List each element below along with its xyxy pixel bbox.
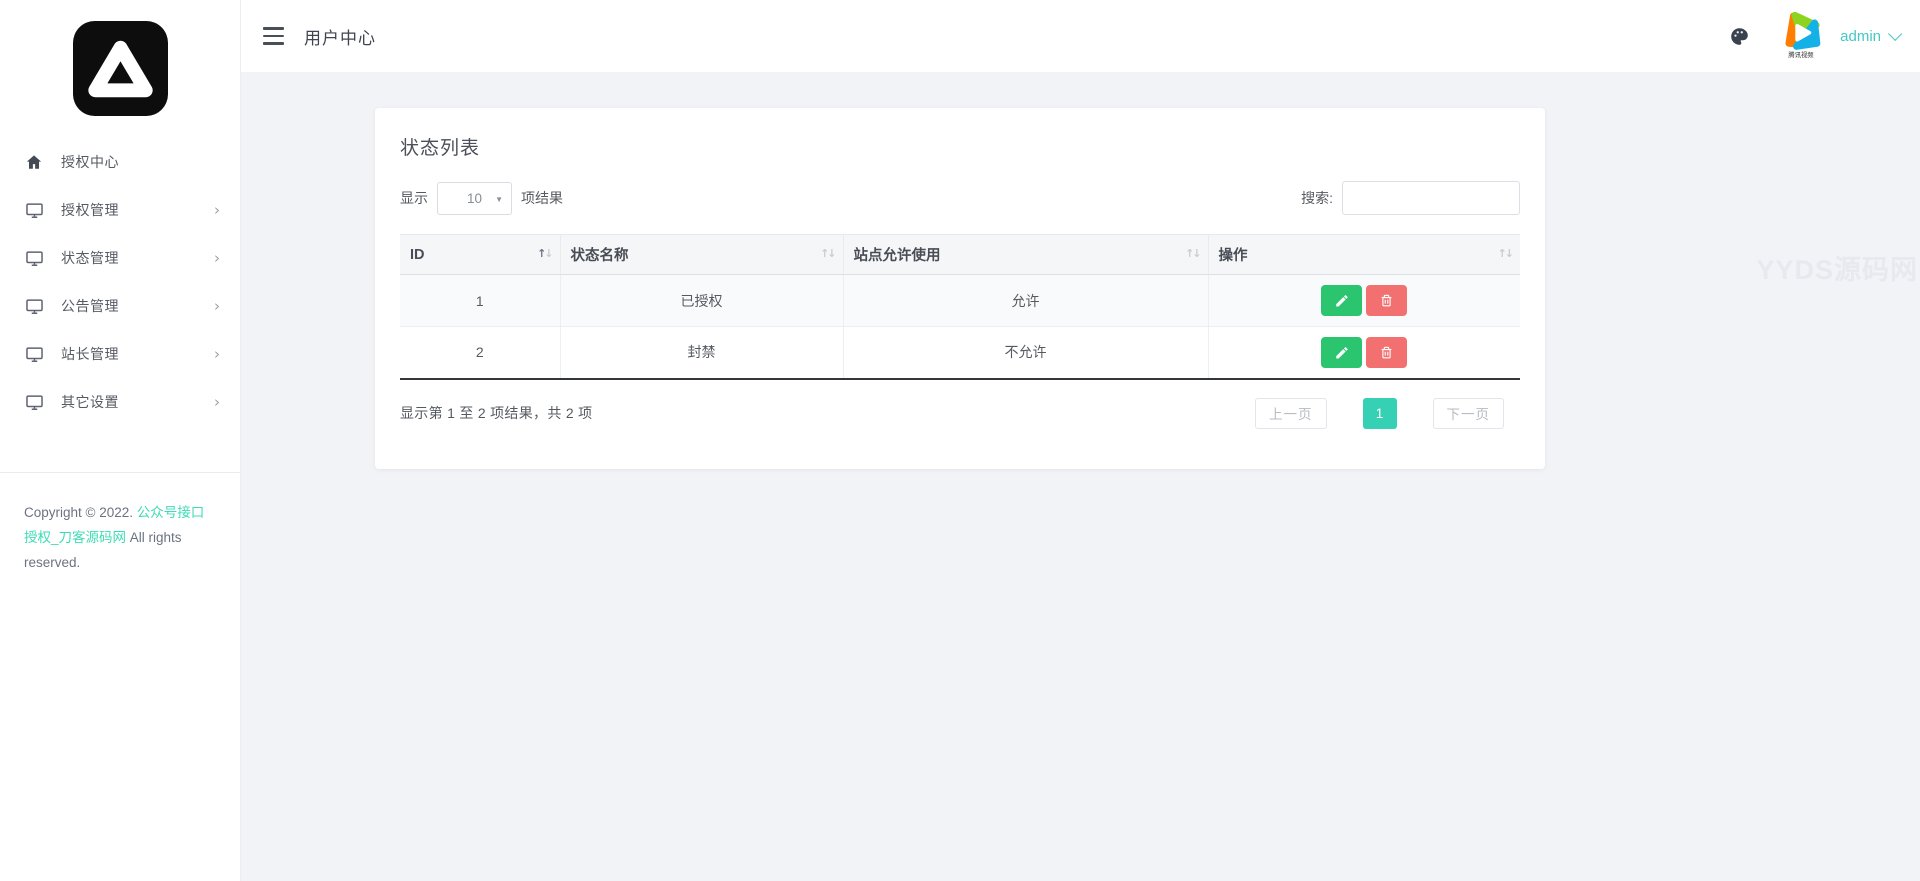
card-title: 状态列表: [400, 138, 481, 159]
sidebar-item-label: 授权管理: [61, 202, 119, 218]
table-info: 显示第 1 至 2 项结果，共 2 项: [400, 405, 593, 421]
avatar[interactable]: 腾讯视频: [1776, 10, 1826, 62]
cell-actions: [1207, 326, 1520, 379]
tencent-video-logo-icon: [1785, 11, 1821, 50]
sidebar-item-status-manage[interactable]: 状态管理 ›: [0, 234, 240, 282]
prev-page-button[interactable]: 上一页: [1255, 397, 1327, 429]
delete-button[interactable]: [1366, 336, 1408, 368]
theme-palette-button[interactable]: [1724, 21, 1754, 51]
username: admin: [1840, 27, 1881, 45]
column-header-actions[interactable]: 操作 ↑↓: [1207, 234, 1520, 275]
monitor-icon: [24, 296, 44, 316]
monitor-icon: [24, 200, 44, 220]
chevron-right-icon: ›: [214, 296, 220, 315]
chevron-right-icon: ›: [214, 344, 220, 363]
table-header-row: ID ↑↓ 状态名称 ↑↓ 站点允许使用 ↑↓ 操作 ↑↓: [400, 234, 1520, 275]
length-label-before: 显示: [400, 190, 428, 206]
user-dropdown[interactable]: admin: [1840, 26, 1903, 45]
drive-logo-icon: [72, 21, 168, 116]
avatar-caption: 腾讯视频: [1788, 52, 1814, 59]
chevron-down-icon: [1888, 26, 1903, 41]
cell-status-name: 封禁: [559, 326, 843, 379]
cell-site-allowed: 允许: [842, 274, 1208, 327]
select-caret-icon: ▼: [495, 194, 503, 204]
sidebar-item-label: 授权中心: [61, 154, 119, 170]
cell-status-name: 已授权: [559, 274, 843, 327]
search-control: 搜索:: [1301, 181, 1520, 215]
edit-button[interactable]: [1321, 285, 1363, 316]
column-label: 状态名称: [570, 248, 629, 264]
home-icon: [24, 152, 44, 172]
watermark: YYDS源码网: [1756, 255, 1918, 285]
column-header-status-name[interactable]: 状态名称 ↑↓: [559, 234, 843, 275]
sidebar-item-other-settings[interactable]: 其它设置 ›: [0, 378, 240, 426]
column-label: 操作: [1218, 248, 1248, 264]
pencil-icon: [1336, 295, 1348, 307]
status-list-card: 状态列表 显示 10 ▼ 项结果 搜索: ID ↑↓ 状态名称 ↑↓ 站点允许使…: [375, 108, 1545, 469]
table-row: 2 封禁 不允许: [400, 326, 1520, 379]
sidebar-item-auth-manage[interactable]: 授权管理 ›: [0, 186, 240, 234]
chevron-right-icon: ›: [214, 392, 220, 411]
search-input[interactable]: [1342, 181, 1520, 215]
chevron-right-icon: ›: [214, 248, 220, 267]
monitor-icon: [24, 392, 44, 412]
sidebar-item-label: 公告管理: [61, 298, 119, 314]
trash-icon: [1381, 346, 1392, 359]
content-area: YYDS源码网 状态列表 显示 10 ▼ 项结果 搜索: ID ↑↓ 状态名称 …: [241, 72, 1920, 881]
chevron-right-icon: ›: [214, 200, 220, 219]
next-page-button[interactable]: 下一页: [1432, 397, 1504, 429]
sidebar-item-auth-center[interactable]: 授权中心: [0, 138, 240, 186]
page-length-control: 显示 10 ▼ 项结果: [400, 181, 563, 215]
pagination: 上一页 1 下一页: [1255, 397, 1504, 429]
page-title: 用户中心: [304, 28, 376, 48]
sidebar-item-webmaster-manage[interactable]: 站长管理 ›: [0, 330, 240, 378]
monitor-icon: [24, 248, 44, 268]
monitor-icon: [24, 344, 44, 364]
menu-toggle-icon[interactable]: [261, 26, 287, 46]
table-row: 1 已授权 允许: [400, 274, 1520, 327]
sidebar-nav: 授权中心 授权管理 › 状态管理 › 公告管理 › 站长管理 › 其它设置 ›: [0, 138, 240, 426]
page-number-button[interactable]: 1: [1362, 397, 1397, 429]
status-table: ID ↑↓ 状态名称 ↑↓ 站点允许使用 ↑↓ 操作 ↑↓ 1 已授权 允许 2…: [400, 234, 1520, 380]
sidebar-item-announce-manage[interactable]: 公告管理 ›: [0, 282, 240, 330]
palette-icon: [1730, 27, 1748, 45]
cell-actions: [1207, 274, 1520, 327]
length-label-after: 项结果: [521, 190, 563, 206]
copyright-text: Copyright © 2022. 公众号接口授权_刀客源码网 All righ…: [0, 473, 240, 576]
length-value: 10: [466, 190, 483, 206]
search-label: 搜索:: [1301, 190, 1333, 206]
sort-icon: ↑↓: [537, 247, 554, 260]
sidebar-item-label: 站长管理: [61, 346, 119, 362]
sort-icon: ↑↓: [1185, 247, 1202, 260]
column-header-site-allowed[interactable]: 站点允许使用 ↑↓: [842, 234, 1208, 275]
trash-icon: [1381, 294, 1392, 307]
cell-id: 2: [400, 326, 560, 379]
cell-id: 1: [400, 274, 560, 327]
delete-button[interactable]: [1366, 285, 1408, 316]
length-select[interactable]: 10 ▼: [437, 181, 512, 215]
sort-icon: ↑↓: [820, 247, 837, 260]
sidebar-item-label: 状态管理: [61, 250, 119, 266]
column-header-id[interactable]: ID ↑↓: [400, 234, 560, 275]
cell-site-allowed: 不允许: [842, 326, 1208, 379]
topbar: 用户中心 腾讯视频 admin: [241, 0, 1920, 72]
sidebar-item-label: 其它设置: [61, 394, 119, 410]
sidebar: 授权中心 授权管理 › 状态管理 › 公告管理 › 站长管理 › 其它设置 › …: [0, 0, 241, 881]
copyright-prefix: Copyright © 2022.: [24, 505, 137, 520]
sort-icon: ↑↓: [1497, 247, 1515, 260]
logo[interactable]: [0, 0, 240, 116]
pencil-icon: [1336, 346, 1348, 359]
column-label: ID: [410, 246, 425, 263]
column-label: 站点允许使用: [853, 248, 941, 264]
edit-button[interactable]: [1321, 336, 1363, 368]
